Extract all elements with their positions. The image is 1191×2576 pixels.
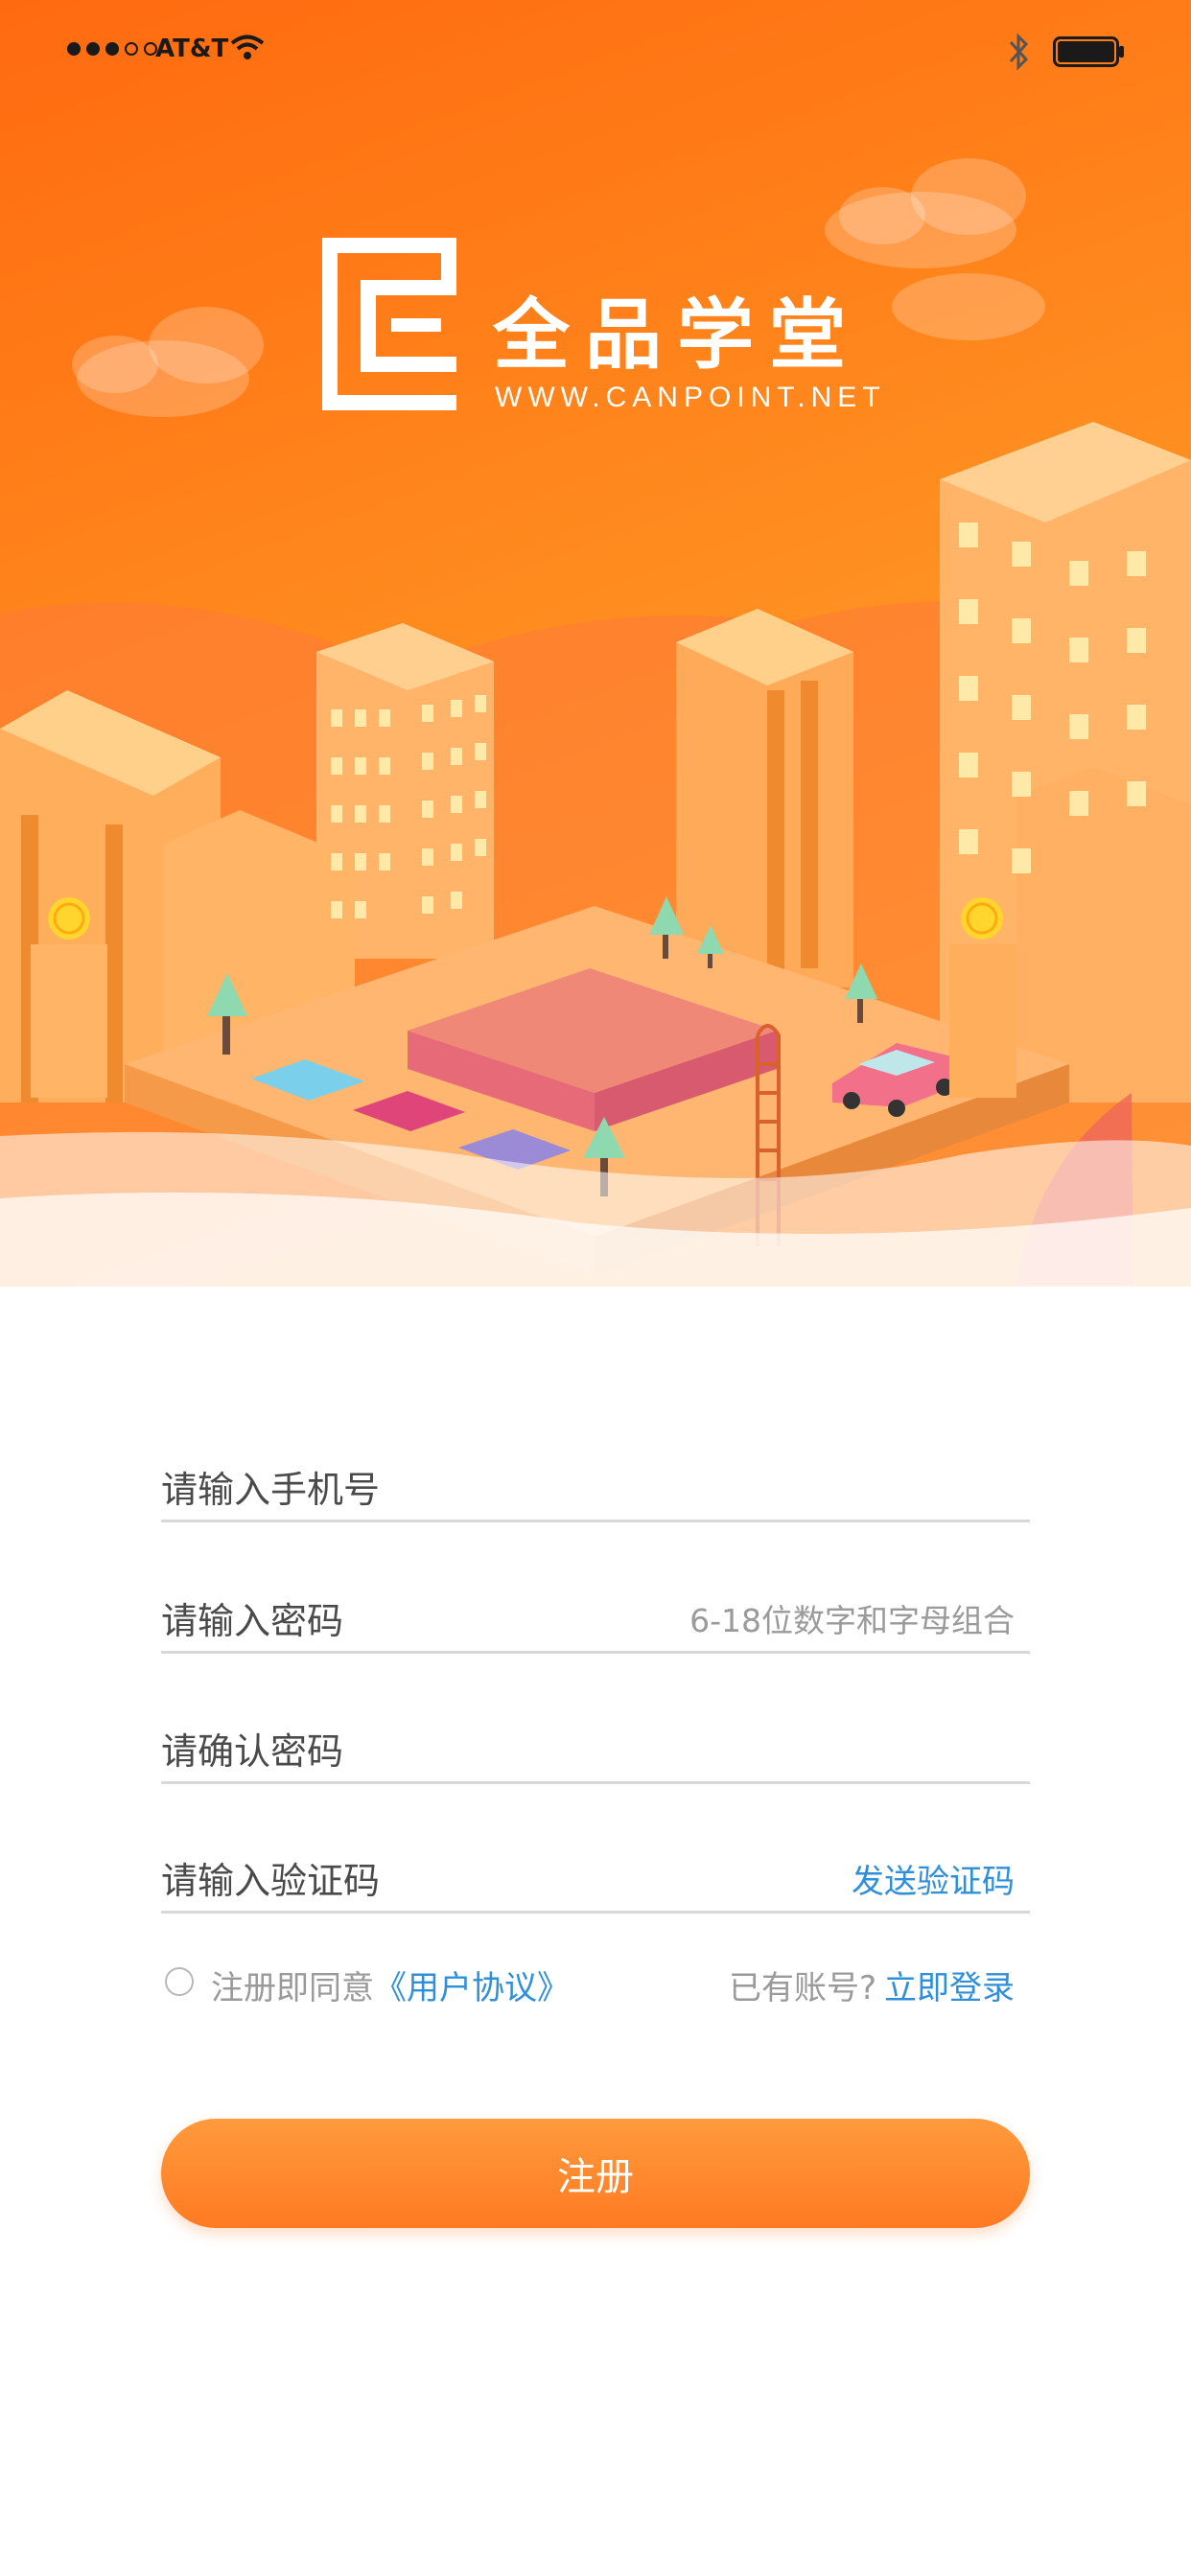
phone-input[interactable]: 请输入手机号: [161, 1460, 380, 1513]
brand-url: WWW.CANPOINT.NET: [495, 382, 886, 413]
city-illustration: [0, 158, 1191, 1287]
user-agreement-link[interactable]: 《用户协议》: [374, 1969, 570, 2007]
agreement-prefix: 注册即同意: [211, 1969, 374, 2007]
hero-banner: AT&T 全品学堂 WWW.CANPOINT.NET: [0, 0, 1191, 1287]
login-prompt: 已有账号? 立即登录: [729, 1961, 1015, 2008]
phone-field[interactable]: 请输入手机号: [161, 1452, 1030, 1522]
password-hint: 6-18位数字和字母组合: [689, 1602, 1015, 1639]
carrier-label: AT&T: [155, 35, 229, 63]
agreement-row: 注册即同意《用户协议》 已有账号? 立即登录: [161, 1956, 1030, 2009]
bluetooth-icon: [1009, 33, 1029, 71]
agreement-radio[interactable]: [165, 1967, 194, 1996]
password-field[interactable]: 请输入密码 6-18位数字和字母组合: [161, 1584, 1030, 1654]
register-button[interactable]: 注册: [161, 2119, 1030, 2228]
confirm-password-field[interactable]: 请确认密码: [161, 1714, 1030, 1784]
battery-icon: [1053, 36, 1124, 67]
signal-strength-icon: [67, 42, 157, 56]
login-prompt-text: 已有账号?: [728, 1969, 876, 2007]
verify-code-field[interactable]: 请输入验证码 发送验证码: [161, 1844, 1030, 1914]
brand-logo-icon: [322, 238, 456, 410]
verify-code-input[interactable]: 请输入验证码: [161, 1851, 380, 1904]
login-link[interactable]: 立即登录: [884, 1969, 1015, 2007]
wifi-icon: [230, 35, 265, 59]
confirm-password-input[interactable]: 请确认密码: [161, 1722, 343, 1775]
send-code-button[interactable]: 发送验证码: [852, 1855, 1015, 1902]
agreement-text: 注册即同意《用户协议》: [211, 1961, 570, 2008]
status-bar: AT&T: [0, 0, 1191, 104]
brand-name: 全品学堂: [493, 290, 861, 380]
password-input[interactable]: 请输入密码: [161, 1591, 343, 1644]
